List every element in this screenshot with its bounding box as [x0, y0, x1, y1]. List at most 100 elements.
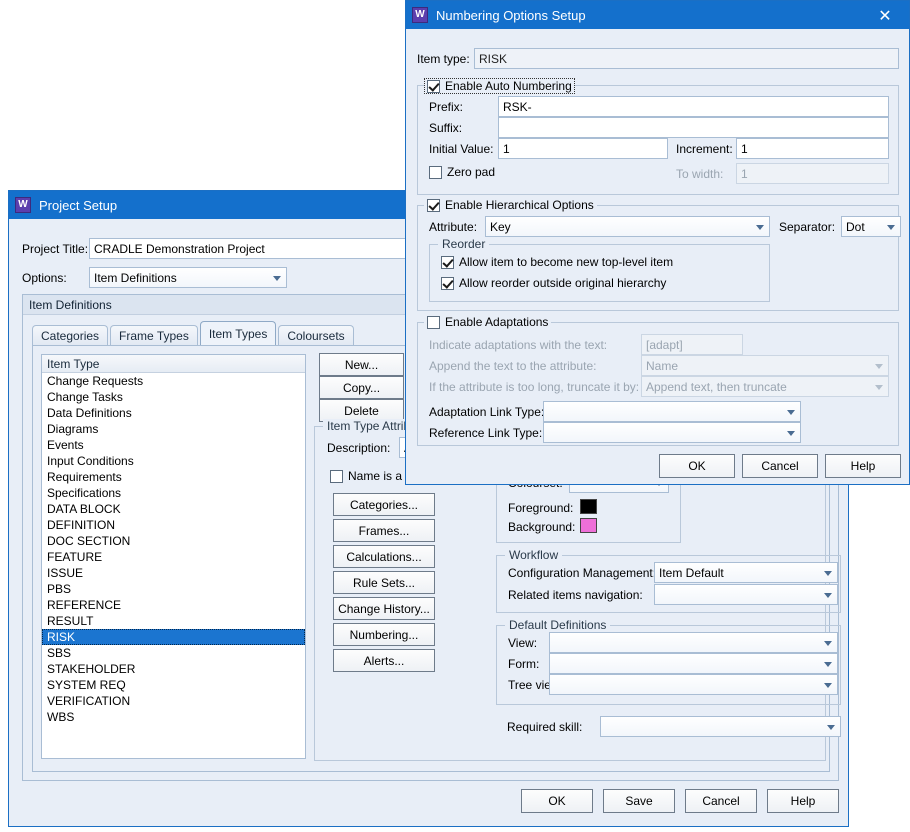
- foreground-label: Foreground:: [508, 501, 574, 515]
- attribute-dropdown[interactable]: Key: [485, 216, 770, 237]
- required-skill-dropdown[interactable]: [600, 716, 841, 737]
- list-item[interactable]: VERIFICATION: [42, 693, 305, 709]
- view-label: View:: [508, 636, 538, 650]
- list-item-label: VERIFICATION: [47, 694, 131, 708]
- project-cancel-button[interactable]: Cancel: [685, 789, 757, 813]
- item-type-listbox[interactable]: Item Type Change Requests Change Tasks Dat…: [41, 354, 306, 759]
- project-save-button[interactable]: Save: [603, 789, 675, 813]
- list-item[interactable]: PBS: [42, 581, 305, 597]
- list-item[interactable]: Specifications: [42, 485, 305, 501]
- list-item[interactable]: Requirements: [42, 469, 305, 485]
- prefix-input[interactable]: RSK-: [498, 96, 889, 117]
- enable-adaptations-checkbox-box: [427, 315, 440, 329]
- workflow-group-title: Workflow: [505, 548, 563, 562]
- zero-pad-checkbox[interactable]: Zero pad: [429, 165, 495, 179]
- background-colour-swatch[interactable]: [580, 518, 597, 533]
- enable-adaptations-checkbox[interactable]: Enable Adaptations: [424, 315, 552, 329]
- suffix-input[interactable]: [498, 117, 889, 138]
- reference-link-type-dropdown[interactable]: [543, 422, 801, 443]
- tab-categories[interactable]: Categories: [32, 325, 109, 345]
- list-item[interactable]: RESULT: [42, 613, 305, 629]
- allow-reorder-outside-checkbox[interactable]: Allow reorder outside original hierarchy: [441, 276, 666, 290]
- suffix-label: Suffix:: [429, 121, 463, 135]
- list-item-label: DEFINITION: [47, 518, 115, 532]
- project-ok-button[interactable]: OK: [521, 789, 593, 813]
- rule-sets-button[interactable]: Rule Sets...: [333, 571, 435, 594]
- list-item[interactable]: STAKEHOLDER: [42, 661, 305, 677]
- zero-pad-label: Zero pad: [447, 165, 496, 179]
- list-item[interactable]: Change Tasks: [42, 389, 305, 405]
- config-management-dropdown[interactable]: Item Default: [654, 562, 838, 583]
- list-item[interactable]: Data Definitions: [42, 405, 305, 421]
- list-item-label: Change Requests: [47, 374, 144, 388]
- list-item-label: RISK: [47, 630, 76, 644]
- enable-adaptations-label: Enable Adaptations: [445, 315, 549, 329]
- list-item[interactable]: SBS: [42, 645, 305, 661]
- to-width-label: To width:: [676, 167, 724, 181]
- copy-button[interactable]: Copy...: [319, 376, 404, 399]
- item-type-list-header: Item Type: [42, 355, 305, 373]
- separator-dropdown[interactable]: Dot: [841, 216, 901, 237]
- numbering-help-button[interactable]: Help: [825, 454, 901, 478]
- tab-coloursets[interactable]: Coloursets: [278, 325, 354, 345]
- numbering-ok-button[interactable]: OK: [659, 454, 735, 478]
- tab-frame-types[interactable]: Frame Types: [110, 325, 198, 345]
- numbering-cancel-button[interactable]: Cancel: [742, 454, 818, 478]
- list-item[interactable]: RISK: [42, 629, 305, 645]
- change-history-button[interactable]: Change History...: [333, 597, 435, 620]
- list-item[interactable]: Input Conditions: [42, 453, 305, 469]
- append-text-dropdown: Name: [641, 355, 889, 376]
- increment-input[interactable]: 1: [736, 138, 889, 159]
- enable-hierarchical-options-checkbox[interactable]: Enable Hierarchical Options: [424, 198, 597, 212]
- prefix-label: Prefix:: [429, 100, 464, 114]
- new-button[interactable]: New...: [319, 353, 404, 376]
- list-item-label: WBS: [47, 710, 75, 724]
- calculations-button[interactable]: Calculations...: [333, 545, 435, 568]
- tree-view-dropdown[interactable]: [549, 674, 838, 695]
- close-icon[interactable]: ✕: [865, 1, 905, 29]
- allow-top-level-checkbox[interactable]: Allow item to become new top-level item: [441, 255, 673, 269]
- list-item-label: FEATURE: [47, 550, 103, 564]
- form-dropdown[interactable]: [549, 653, 838, 674]
- list-item[interactable]: FEATURE: [42, 549, 305, 565]
- description-label: Description:: [327, 441, 391, 455]
- list-item[interactable]: REFERENCE: [42, 597, 305, 613]
- project-help-button[interactable]: Help: [767, 789, 839, 813]
- list-item[interactable]: SYSTEM REQ: [42, 677, 305, 693]
- append-text-label: Append the text to the attribute:: [429, 359, 597, 373]
- default-definitions-group: Default Definitions View: Form: Tree vie…: [496, 618, 841, 705]
- list-item[interactable]: Change Requests: [42, 373, 305, 389]
- related-items-nav-dropdown[interactable]: [654, 584, 838, 605]
- enable-hierarchical-options-label: Enable Hierarchical Options: [445, 198, 594, 212]
- initial-value-label: Initial Value:: [429, 142, 494, 156]
- list-item[interactable]: Events: [42, 437, 305, 453]
- indicate-adaptations-input: [adapt]: [641, 334, 743, 355]
- alerts-button[interactable]: Alerts...: [333, 649, 435, 672]
- numbering-button[interactable]: Numbering...: [333, 623, 435, 646]
- list-item[interactable]: DEFINITION: [42, 517, 305, 533]
- list-item-label: Data Definitions: [47, 406, 132, 420]
- list-item[interactable]: WBS: [42, 709, 305, 725]
- list-item[interactable]: DOC SECTION: [42, 533, 305, 549]
- frames-button[interactable]: Frames...: [333, 519, 435, 542]
- allow-reorder-outside-checkbox-box: [441, 276, 454, 290]
- app-logo-icon: W: [412, 7, 428, 23]
- adaptation-link-type-dropdown[interactable]: [543, 401, 801, 422]
- list-item[interactable]: ISSUE: [42, 565, 305, 581]
- enable-auto-numbering-label: Enable Auto Numbering: [445, 79, 572, 93]
- allow-top-level-checkbox-box: [441, 255, 454, 269]
- enable-auto-numbering-checkbox[interactable]: Enable Auto Numbering: [424, 78, 575, 94]
- foreground-colour-swatch[interactable]: [580, 499, 597, 514]
- list-item-label: SYSTEM REQ: [47, 678, 126, 692]
- related-items-nav-label: Related items navigation:: [508, 588, 643, 602]
- list-item[interactable]: Diagrams: [42, 421, 305, 437]
- list-item[interactable]: DATA BLOCK: [42, 501, 305, 517]
- tab-item-types[interactable]: Item Types: [199, 321, 277, 345]
- view-dropdown[interactable]: [549, 632, 838, 653]
- auto-numbering-group-header: Enable Auto Numbering: [424, 78, 575, 94]
- allow-reorder-outside-label: Allow reorder outside original hierarchy: [459, 276, 667, 290]
- categories-button[interactable]: Categories...: [333, 493, 435, 516]
- options-dropdown[interactable]: Item Definitions: [89, 267, 287, 288]
- initial-value-input[interactable]: 1: [498, 138, 668, 159]
- item-definitions-tabs: Categories Frame Types Item Types Colour…: [32, 321, 356, 345]
